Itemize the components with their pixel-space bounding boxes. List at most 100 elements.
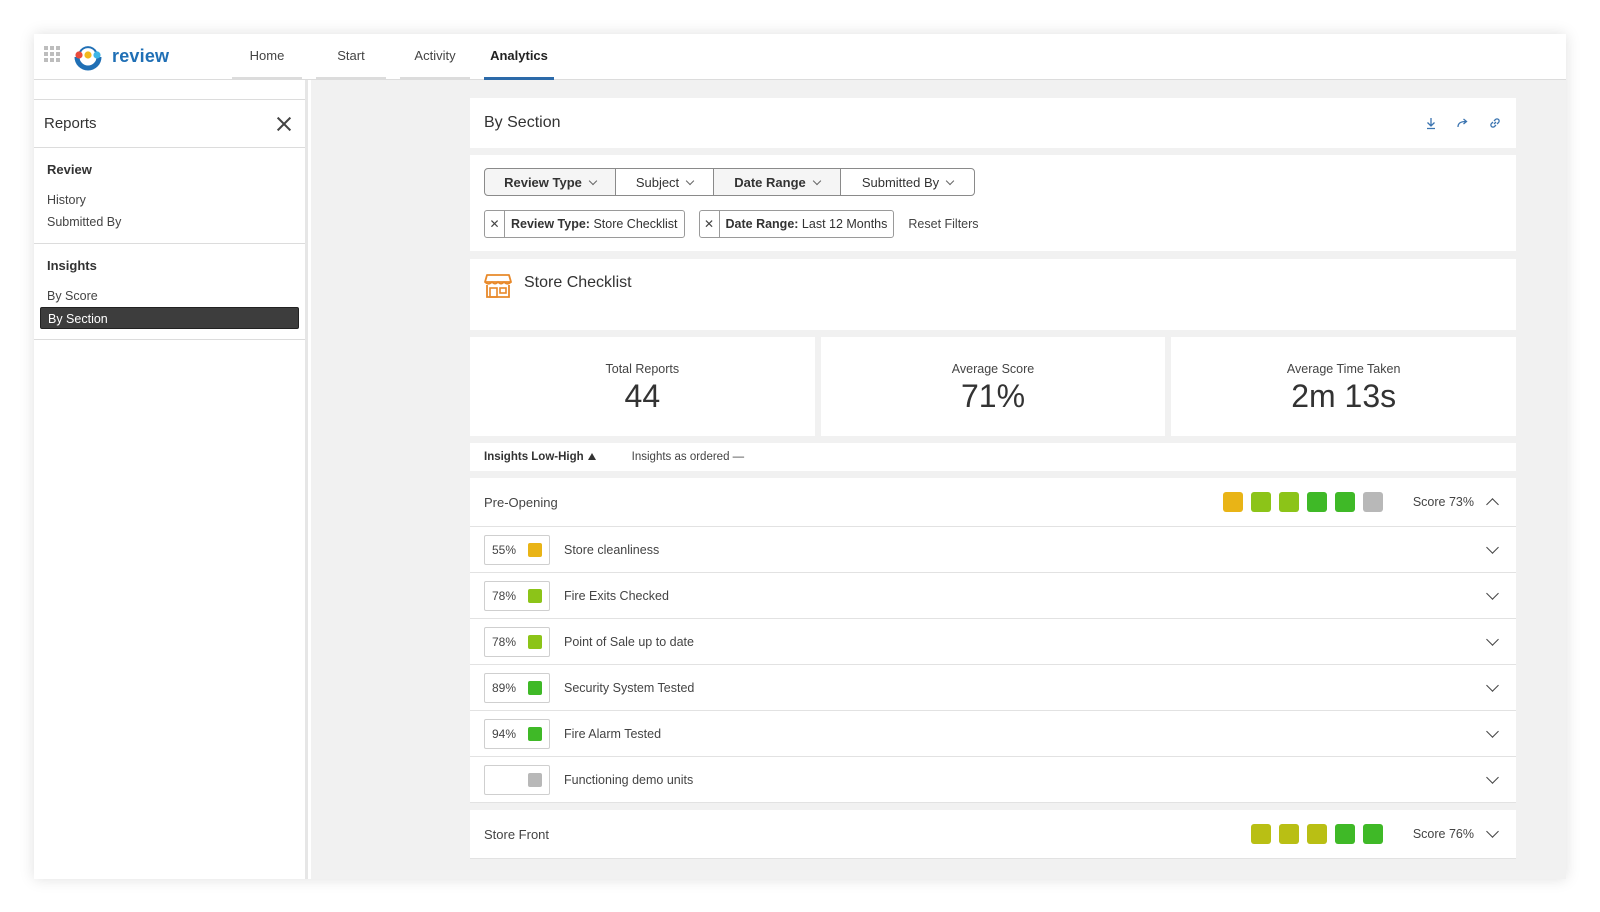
score-dots [1222, 492, 1383, 512]
link-icon[interactable] [1488, 116, 1502, 130]
item-label: Point of Sale up to date [564, 634, 694, 649]
tab-analytics[interactable]: Analytics [484, 34, 554, 80]
sidebar-item-by-score[interactable]: By Score [40, 285, 299, 307]
main-content: By Section Review Type Subject Date Rang… [311, 80, 1566, 879]
score-percent: 78% [492, 634, 517, 649]
sort-label: Insights Low-High [484, 451, 584, 463]
sidebar-item-by-section[interactable]: By Section [40, 307, 299, 329]
share-icon[interactable] [1456, 116, 1470, 130]
download-icon[interactable] [1424, 116, 1438, 130]
item-label: Store cleanliness [564, 542, 660, 557]
chip-label: Review Type: Store Checklist [505, 217, 684, 231]
chip-key: Date Range: [725, 217, 799, 231]
sidebar-header: Reports [34, 100, 305, 148]
sort-bar: Insights Low-High Insights as ordered — [470, 443, 1516, 471]
subject-dropdown[interactable]: Subject [615, 168, 714, 196]
page-title: By Section [484, 114, 561, 131]
score-dot [1334, 492, 1355, 512]
logo-text: review [112, 45, 170, 66]
main-nav: Home Start Activity Analytics [232, 34, 568, 80]
close-icon[interactable] [275, 115, 293, 133]
stat-value: 71% [960, 378, 1026, 414]
section-score: Score 73% [1412, 495, 1474, 509]
chevron-down-icon[interactable] [1486, 632, 1499, 646]
chevron-down-icon[interactable] [1486, 825, 1499, 838]
chip-value: Last 12 Months [798, 217, 888, 231]
score-box: 78% [484, 626, 550, 657]
section-header-store-front[interactable]: Store Front Score 76% [470, 810, 1516, 859]
list-item[interactable]: 94% Fire Alarm Tested [470, 711, 1516, 757]
apps-grid-icon[interactable] [44, 46, 60, 62]
score-dot [1306, 824, 1327, 844]
score-swatch [528, 680, 542, 695]
sidebar-item-history[interactable]: History [40, 189, 299, 211]
sidebar-item-submitted-by[interactable]: Submitted By [40, 211, 299, 233]
sort-ascending-icon [587, 453, 596, 460]
stat-label: Average Time Taken [1286, 362, 1401, 376]
list-item[interactable]: 78% Point of Sale up to date [470, 619, 1516, 665]
list-item[interactable]: 78% Fire Exits Checked [470, 573, 1516, 619]
score-swatch [528, 634, 542, 649]
review-type-dropdown[interactable]: Review Type [484, 168, 616, 196]
store-icon [484, 274, 512, 298]
section-header-pre-opening[interactable]: Pre-Opening Score 73% [470, 478, 1516, 527]
sidebar-section-title: Insights [47, 258, 97, 273]
score-box: 89% [484, 672, 550, 703]
sidebar-section-review: Review History Submitted By [34, 148, 305, 244]
score-swatch [528, 542, 542, 557]
chip-label: Date Range: Last 12 Months [720, 217, 894, 231]
dropdown-label: Review Type [504, 174, 582, 190]
reset-filters-link[interactable]: Reset Filters [908, 217, 978, 231]
score-dot [1362, 824, 1383, 844]
sidebar-title: Reports [44, 115, 97, 132]
score-swatch [528, 588, 542, 603]
sort-low-high[interactable]: Insights Low-High [484, 451, 596, 463]
tab-start[interactable]: Start [316, 34, 386, 80]
item-label: Functioning demo units [564, 772, 694, 787]
date-range-dropdown[interactable]: Date Range [713, 168, 841, 196]
score-dot [1222, 492, 1243, 512]
tab-home[interactable]: Home [232, 34, 302, 80]
dropdown-label: Date Range [734, 174, 806, 190]
chevron-up-icon[interactable] [1486, 498, 1499, 511]
score-percent: 55% [492, 542, 517, 557]
logo-mark-icon [74, 46, 102, 71]
score-percent: 89% [492, 680, 517, 695]
top-bar: review Home Start Activity Analytics [34, 34, 1566, 80]
stat-average-time: Average Time Taken 2m 13s [1171, 337, 1517, 436]
sidebar-section-insights: Insights By Score By Section [34, 244, 305, 340]
list-item[interactable]: 55% Store cleanliness [470, 527, 1516, 573]
chevron-down-icon[interactable] [1486, 770, 1499, 784]
remove-filter-icon[interactable]: ✕ [485, 211, 505, 237]
list-item[interactable]: 89% Security System Tested [470, 665, 1516, 711]
filter-dropdowns: Review Type Subject Date Range Submitted… [484, 168, 1502, 196]
score-dot [1306, 492, 1327, 512]
title-actions [1424, 116, 1502, 130]
tab-activity[interactable]: Activity [400, 34, 470, 80]
filter-chip-date-range: ✕ Date Range: Last 12 Months [698, 210, 895, 238]
sort-as-ordered[interactable]: Insights as ordered — [632, 451, 745, 463]
active-filters: ✕ Review Type: Store Checklist ✕ Date Ra… [484, 210, 1502, 238]
chevron-down-icon[interactable] [1486, 586, 1499, 600]
score-dot [1278, 824, 1299, 844]
checklist-header: Store Checklist [470, 259, 1516, 330]
score-swatch [528, 772, 542, 787]
chevron-down-icon [588, 176, 598, 185]
filters-panel: Review Type Subject Date Range Submitted… [470, 155, 1516, 251]
submitted-by-dropdown[interactable]: Submitted By [840, 168, 975, 196]
chevron-down-icon[interactable] [1486, 724, 1499, 738]
stat-total-reports: Total Reports 44 [470, 337, 815, 436]
score-box: 55% [484, 534, 550, 565]
report-title-bar: By Section [470, 98, 1516, 148]
chevron-down-icon[interactable] [1486, 540, 1499, 554]
app-logo[interactable]: review [72, 40, 169, 72]
score-dots [1250, 824, 1383, 844]
score-percent: 78% [492, 588, 517, 603]
chip-value: Store Checklist [589, 217, 678, 231]
checklist-title: Store Checklist [524, 274, 632, 291]
chevron-down-icon[interactable] [1486, 678, 1499, 692]
score-dot [1250, 492, 1271, 512]
remove-filter-icon[interactable]: ✕ [700, 211, 720, 237]
list-item[interactable]: Functioning demo units [470, 757, 1516, 803]
section-name: Pre-Opening [484, 494, 558, 510]
